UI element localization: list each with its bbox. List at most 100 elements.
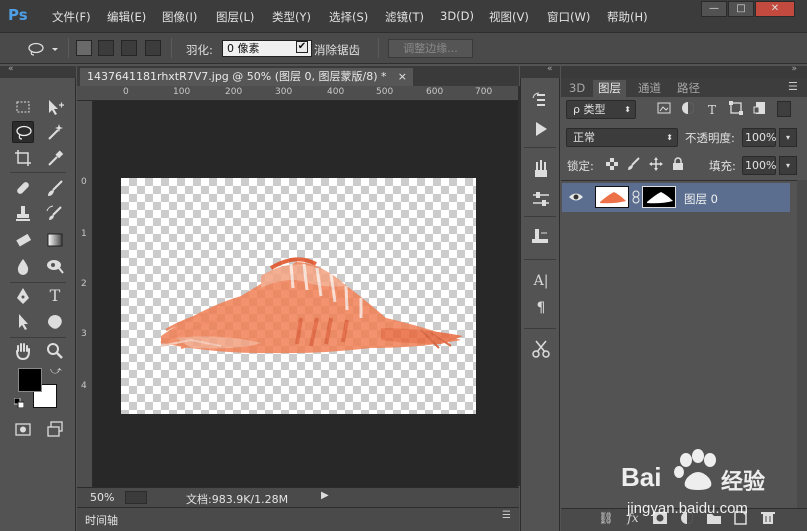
subtract-selection-button[interactable] — [121, 40, 137, 56]
menu-filter[interactable]: 滤镜(T) — [385, 9, 424, 25]
menu-view[interactable]: 视图(V) — [489, 9, 529, 25]
lock-position-icon[interactable] — [647, 157, 665, 175]
close-tab-icon[interactable]: × — [398, 68, 407, 86]
filter-smart-object-icon[interactable] — [751, 101, 769, 119]
eyedropper-tool[interactable] — [44, 147, 66, 169]
timeline-label[interactable]: 时间轴 — [85, 512, 118, 528]
layer-filter-select[interactable]: ρ 类型 ⬍ — [566, 100, 636, 119]
layer-mask-thumbnail[interactable] — [642, 186, 676, 208]
filter-pixel-icon[interactable] — [655, 101, 673, 119]
tool-preset-picker[interactable] — [26, 41, 62, 57]
magic-wand-tool[interactable] — [44, 121, 66, 143]
collapse-icon[interactable]: « — [8, 64, 14, 74]
antialias-checkbox[interactable]: ✔ — [296, 41, 308, 53]
swap-colors-icon[interactable]: ⤻ — [50, 364, 62, 378]
history-brush-tool[interactable] — [44, 203, 66, 225]
timeline-panel[interactable]: 时间轴 ☰ — [77, 507, 519, 531]
menu-image[interactable]: 图像(I) — [162, 9, 197, 25]
maximize-button[interactable]: □ — [728, 1, 754, 17]
panel-menu-icon[interactable]: ☰ — [788, 80, 798, 93]
filter-type-icon[interactable]: T — [703, 101, 721, 119]
menu-edit[interactable]: 编辑(E) — [107, 9, 146, 25]
healing-tool[interactable] — [12, 177, 34, 199]
menu-layer[interactable]: 图层(L) — [216, 9, 254, 25]
pen-tool[interactable] — [12, 285, 34, 307]
paragraph-panel-button[interactable]: ¶ — [529, 297, 553, 319]
tab-channels[interactable]: 通道 — [633, 80, 666, 97]
panel-menu-icon[interactable]: ☰ — [502, 510, 511, 521]
tab-3d[interactable]: 3D — [564, 80, 590, 97]
collapse-icon[interactable]: » — [791, 64, 797, 74]
fill-input[interactable]: 100% — [742, 156, 776, 175]
close-button[interactable]: ✕ — [755, 1, 795, 17]
opacity-input[interactable]: 100% — [742, 128, 776, 147]
marquee-tool[interactable] — [12, 96, 34, 118]
screen-mode-button[interactable] — [44, 418, 66, 440]
filter-adjustment-icon[interactable] — [679, 101, 697, 119]
lasso-icon — [16, 125, 32, 140]
lock-transparent-icon[interactable] — [603, 157, 621, 175]
brush-panel-button[interactable] — [529, 158, 553, 180]
menu-window[interactable]: 窗口(W) — [547, 9, 590, 25]
visibility-eye-icon[interactable] — [568, 190, 584, 204]
opacity-dropdown-button[interactable]: ▾ — [779, 128, 797, 147]
tool-presets-panel-button[interactable] — [529, 338, 553, 360]
brush-tool[interactable] — [44, 177, 66, 199]
zoom-tool[interactable] — [44, 340, 66, 362]
play-icon — [536, 122, 547, 136]
blend-mode-select[interactable]: 正常 ⬍ — [566, 128, 678, 147]
lasso-tool[interactable] — [12, 121, 34, 143]
stamp-tool[interactable] — [12, 203, 34, 225]
menu-file[interactable]: 文件(F) — [52, 9, 91, 25]
document-tab[interactable]: 1437641181rhxtR7V7.jpg @ 50% (图层 0, 图层蒙版… — [80, 68, 413, 86]
custom-shape-tool[interactable] — [44, 311, 66, 333]
refine-edge-button[interactable]: 调整边缘... — [388, 39, 473, 58]
intersect-selection-button[interactable] — [145, 40, 161, 56]
blur-tool[interactable] — [12, 255, 34, 277]
menu-select[interactable]: 选择(S) — [329, 9, 368, 25]
dodge-tool[interactable] — [44, 255, 66, 277]
layers-panel-header[interactable]: » — [561, 64, 807, 78]
status-preview-icon[interactable] — [125, 491, 147, 504]
menu-type[interactable]: 类型(Y) — [272, 9, 311, 25]
mask-link-icon[interactable] — [631, 190, 641, 204]
document-canvas[interactable] — [121, 178, 476, 414]
link-layers-button[interactable]: ⛓ — [597, 511, 615, 525]
expand-icon[interactable]: « — [547, 64, 553, 74]
fill-dropdown-button[interactable]: ▾ — [779, 156, 797, 175]
layer-name[interactable]: 图层 0 — [684, 191, 718, 207]
mini-panel-header[interactable]: « — [520, 64, 560, 78]
move-tool[interactable] — [44, 96, 66, 118]
tab-paths[interactable]: 路径 — [672, 80, 705, 97]
actions-panel-button[interactable] — [529, 118, 553, 140]
gradient-tool[interactable] — [44, 229, 66, 251]
filter-toggle-button[interactable] — [777, 101, 791, 117]
separator — [524, 147, 556, 148]
status-menu-arrow-icon[interactable]: ▶ — [321, 490, 329, 501]
layers-scrollbar[interactable] — [797, 180, 807, 508]
tools-panel-header[interactable]: « — [0, 64, 76, 78]
add-selection-button[interactable] — [98, 40, 114, 56]
minimize-button[interactable]: — — [701, 1, 727, 17]
tab-layers[interactable]: 图层 — [593, 80, 626, 97]
eraser-tool[interactable] — [12, 229, 34, 251]
clone-source-panel-button[interactable] — [529, 226, 553, 248]
foreground-color-overlay[interactable] — [18, 368, 42, 392]
filter-shape-icon[interactable] — [727, 101, 745, 119]
lock-all-icon[interactable] — [669, 157, 687, 175]
new-selection-button[interactable] — [76, 40, 92, 56]
crop-tool[interactable] — [12, 147, 34, 169]
hand-tool[interactable] — [12, 340, 34, 362]
lock-pixels-icon[interactable] — [625, 157, 643, 175]
path-select-tool[interactable] — [12, 311, 34, 333]
menu-3d[interactable]: 3D(D) — [440, 9, 474, 23]
layer-thumbnail[interactable] — [595, 186, 629, 208]
menu-help[interactable]: 帮助(H) — [607, 9, 648, 25]
history-panel-button[interactable] — [529, 90, 553, 112]
default-colors-icon[interactable] — [13, 397, 25, 409]
presets-panel-button[interactable] — [529, 188, 553, 210]
quick-mask-button[interactable] — [12, 418, 34, 440]
character-panel-button[interactable]: A| — [529, 270, 553, 292]
zoom-level[interactable]: 50% — [90, 491, 114, 504]
type-tool[interactable]: T — [44, 285, 66, 307]
